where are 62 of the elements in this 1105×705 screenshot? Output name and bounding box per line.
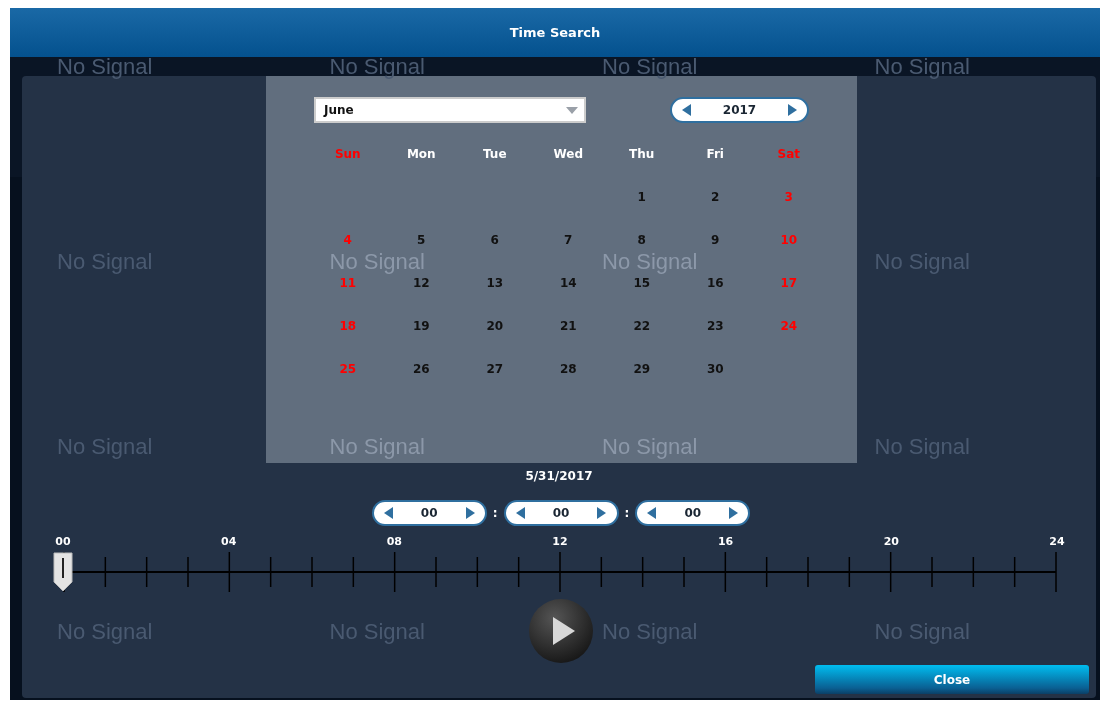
left-arrow-icon[interactable] [515,507,525,519]
play-button[interactable] [529,599,593,663]
hour-label: 24 [1048,535,1066,548]
calendar-day[interactable]: 15 [633,275,651,290]
slider-thumb[interactable] [53,552,73,592]
hour-label: 12 [551,535,569,548]
left-arrow-icon[interactable] [647,507,657,519]
caret-icon [566,106,578,114]
calendar-day[interactable]: 20 [486,318,504,333]
right-arrow-icon[interactable] [729,507,739,519]
time-value: 00 [684,506,702,520]
calendar-day[interactable]: 13 [486,275,504,290]
weekday-label: Wed [553,146,583,161]
hour-label: 20 [882,535,900,548]
calendar-day[interactable]: 12 [412,275,430,290]
right-arrow-icon[interactable] [465,507,475,519]
right-arrow-icon[interactable] [788,104,797,116]
weekday-label: Sun [334,146,361,161]
close-button[interactable]: Close [815,665,1089,694]
weekday-label: Thu [629,146,655,161]
calendar-day[interactable]: 14 [559,275,577,290]
weekday-label: Tue [482,146,507,161]
month-dropdown[interactable]: June [314,97,586,123]
calendar-day[interactable]: 2 [711,189,720,204]
time-value: 00 [552,506,570,520]
weekday-label: Fri [706,146,724,161]
month-value: June [324,103,354,117]
calendar-day[interactable]: 16 [706,275,724,290]
time-value: 00 [420,506,438,520]
left-arrow-icon[interactable] [682,104,691,116]
weekday-label: Sat [777,146,800,161]
time-spinner[interactable]: 00 [635,500,751,526]
calendar-day[interactable]: 21 [559,318,577,333]
calendar-day[interactable]: 5 [417,232,426,247]
calendar-day[interactable]: 7 [564,232,573,247]
hour-label: 04 [220,535,238,548]
calendar-day[interactable]: 19 [412,318,430,333]
calendar-day[interactable]: 8 [637,232,646,247]
calendar-day[interactable]: 1 [637,189,646,204]
calendar-day[interactable]: 23 [706,318,724,333]
selected-date: 5/31/2017 [525,469,593,483]
window-title: Time Search [509,25,601,40]
weekday-label: Mon [406,146,436,161]
calendar-day[interactable]: 29 [633,361,651,376]
time-separator: : [624,506,630,520]
calendar-day[interactable]: 27 [486,361,504,376]
hour-label: 16 [716,535,735,548]
calendar-day[interactable]: 6 [490,232,499,247]
calendar-day[interactable]: 22 [633,318,651,333]
year-value: 2017 [722,103,757,117]
time-spinner[interactable]: 00 [371,500,487,526]
calendar-day[interactable]: 9 [711,232,720,247]
calendar-day[interactable]: 28 [559,361,577,376]
hour-label: 08 [385,535,403,548]
hour-label: 00 [54,535,72,548]
calendar-day[interactable]: 30 [706,361,724,376]
calendar-day[interactable]: 26 [412,361,430,376]
left-arrow-icon[interactable] [383,507,393,519]
right-arrow-icon[interactable] [597,507,607,519]
time-separator: : [492,506,498,520]
year-spinner[interactable]: 2017 [670,97,809,123]
time-spinner[interactable]: 00 [503,500,619,526]
